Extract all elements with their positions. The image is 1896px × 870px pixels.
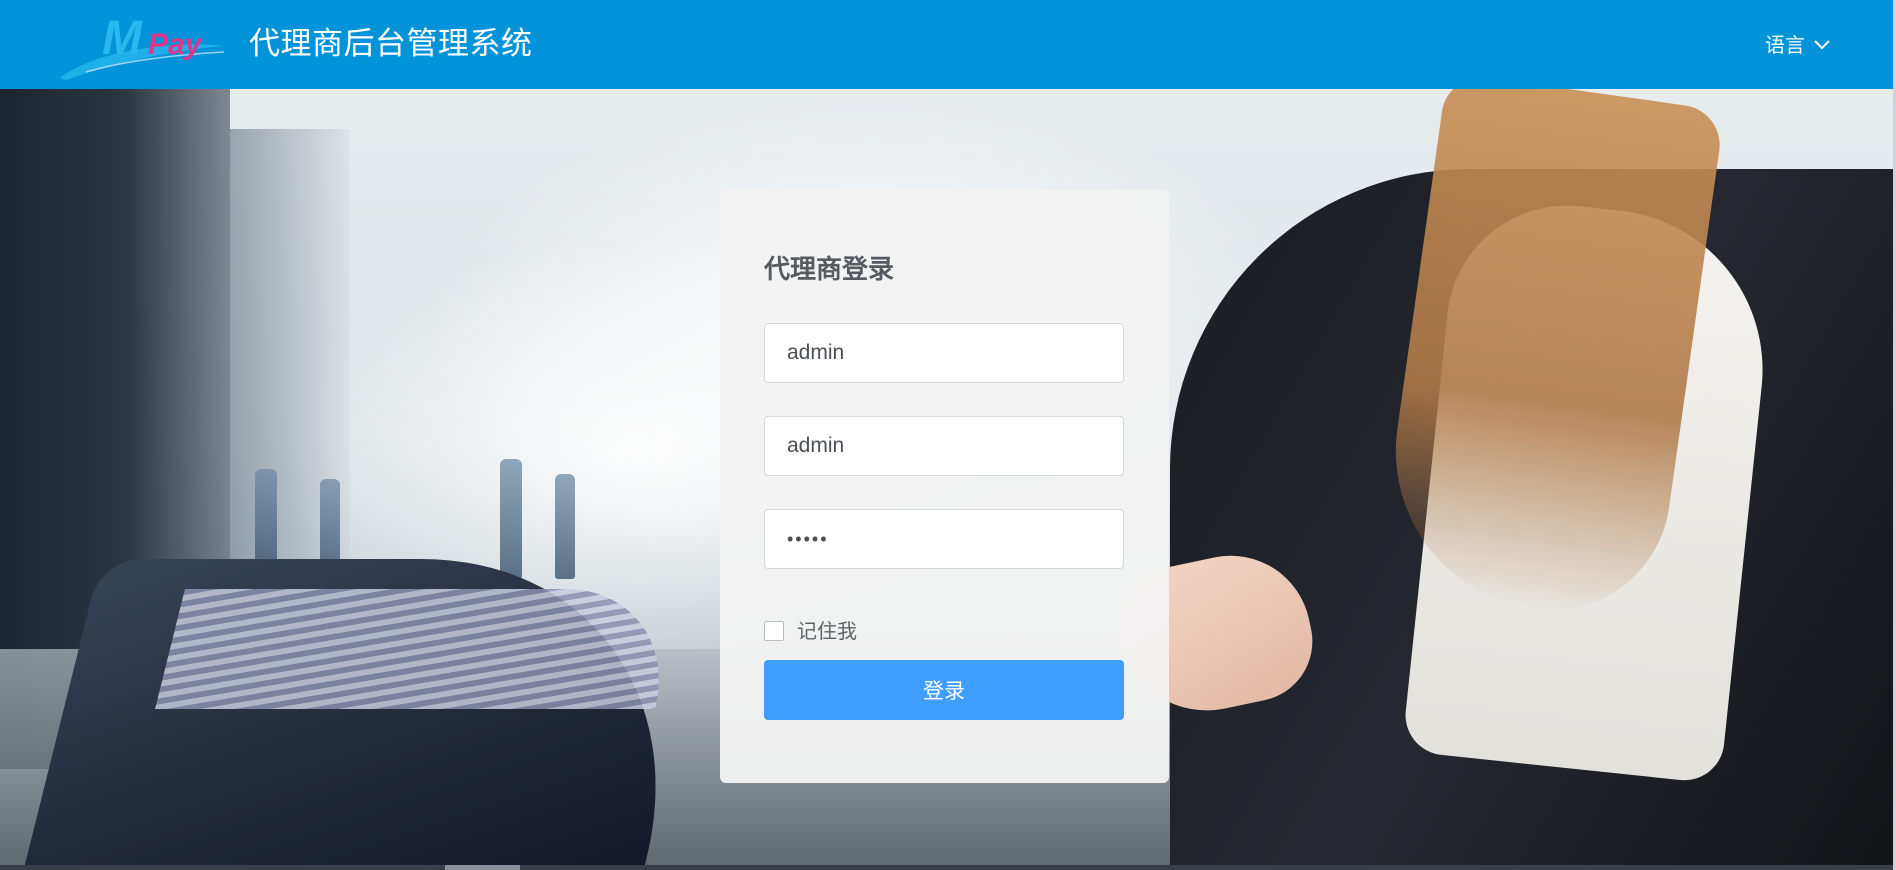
app-title: 代理商后台管理系统 bbox=[249, 26, 533, 62]
logo-m-letter: M bbox=[102, 12, 143, 65]
username-input[interactable]: admin bbox=[764, 416, 1124, 476]
remember-me-label: 记住我 bbox=[797, 619, 857, 643]
logo-pay-text: Pay bbox=[148, 28, 203, 61]
mpay-logo: M Pay bbox=[60, 12, 225, 80]
password-input[interactable]: ••••• bbox=[764, 509, 1124, 569]
horizontal-scrollbar-thumb[interactable] bbox=[445, 865, 520, 870]
checkbox-icon[interactable] bbox=[764, 621, 784, 641]
agent-id-input[interactable]: admin bbox=[764, 323, 1124, 383]
language-selector[interactable]: 语言 bbox=[1765, 30, 1831, 60]
language-label: 语言 bbox=[1765, 33, 1805, 57]
login-button[interactable]: 登录 bbox=[764, 660, 1124, 720]
login-card: 代理商登录 admin admin ••••• 记住我 登录 bbox=[720, 190, 1169, 783]
page: M Pay 代理商后台管理系统 语言 代理商登录 admin admin •••… bbox=[0, 0, 1896, 870]
remember-me-checkbox[interactable]: 记住我 bbox=[764, 617, 857, 645]
top-header: M Pay 代理商后台管理系统 语言 bbox=[0, 0, 1893, 89]
horizontal-scrollbar[interactable] bbox=[0, 865, 1893, 870]
chevron-down-icon bbox=[1814, 40, 1830, 50]
login-title: 代理商登录 bbox=[764, 255, 895, 285]
